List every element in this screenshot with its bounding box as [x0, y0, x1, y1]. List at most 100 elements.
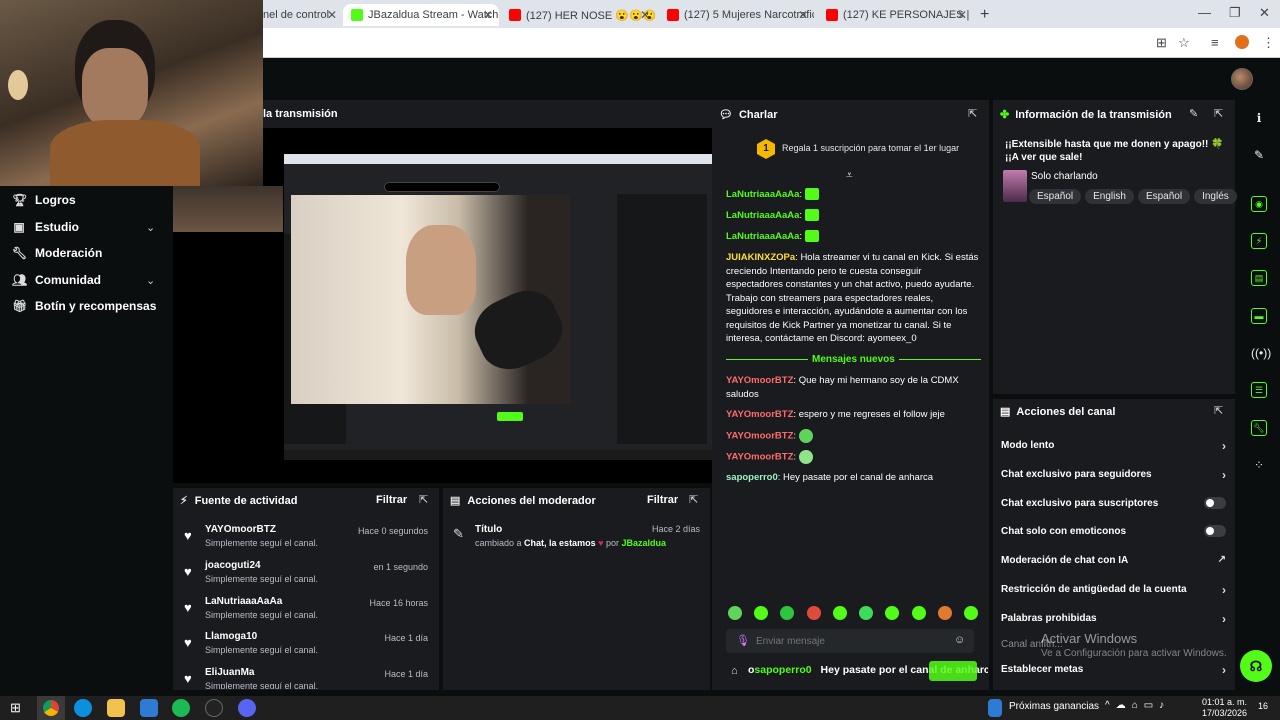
subscribers-only-toggle[interactable]	[1204, 497, 1226, 509]
chrome-icon	[43, 700, 59, 716]
action-subscribers-only[interactable]: Chat exclusivo para suscriptores	[1001, 497, 1226, 509]
kick-favicon-icon	[351, 9, 363, 21]
chat-send-button[interactable]	[929, 661, 977, 681]
close-tab-icon[interactable]: ✕	[483, 8, 493, 22]
grid-icon[interactable]: ⁘	[1251, 458, 1267, 474]
tag-pill[interactable]: Español	[1137, 189, 1191, 204]
mod-filter-button[interactable]: Filtrar	[647, 494, 678, 506]
store-icon[interactable]	[140, 699, 158, 717]
chrome-taskbar-button[interactable]	[37, 696, 65, 720]
widget-icon[interactable]	[988, 699, 1002, 717]
bookmark-star-icon[interactable]: ☆	[1178, 35, 1190, 51]
new-tab-button[interactable]: +	[980, 4, 998, 26]
tab-youtube-2[interactable]: (127) 5 Mujeres Narcotraficante ✕	[659, 4, 814, 26]
broadcast-icon[interactable]: ((•))	[1251, 346, 1271, 362]
chat-input[interactable]	[756, 633, 946, 649]
emote-icon[interactable]	[806, 606, 821, 620]
popout-icon[interactable]: ⇱	[968, 107, 977, 120]
sub-leaderboard-prompt[interactable]: Regala 1 suscripción para tomar el 1er l…	[782, 143, 959, 153]
menu-dots-icon[interactable]: ⋮	[1262, 35, 1275, 51]
activity-filter-button[interactable]: Filtrar	[376, 494, 407, 506]
emote-icon[interactable]	[911, 606, 926, 620]
sidebar-item-moderacion[interactable]: 🔧︎ Moderación	[12, 246, 102, 260]
chevron-right-icon: ›	[1222, 583, 1226, 597]
sidebar-item-logros[interactable]: 🏆︎ Logros	[12, 193, 76, 207]
media-icon[interactable]: ≡	[1211, 35, 1219, 50]
action-slow-mode[interactable]: Modo lento ›	[1001, 439, 1226, 453]
close-tab-icon[interactable]: ✕	[798, 8, 808, 22]
lightning-icon[interactable]: ⚡︎	[1251, 233, 1267, 249]
emote-icon[interactable]	[832, 606, 847, 620]
emote-icon[interactable]	[754, 606, 769, 620]
list-icon[interactable]: ▤	[1251, 270, 1267, 286]
action-banned-words[interactable]: Palabras prohibidas ›	[1001, 612, 1226, 626]
tab-jbazaldua-stream[interactable]: JBazaldua Stream - Watch Live ✕	[343, 4, 499, 26]
popout-icon[interactable]: ⇱	[689, 493, 698, 506]
tab-youtube-1[interactable]: (127) HER NOSE 😮😮😮 | Pus ✕	[501, 4, 656, 26]
clock-date[interactable]: 17/03/2026	[1202, 708, 1247, 718]
emote-icon[interactable]	[885, 606, 900, 620]
new-messages-label: Mensajes nuevos	[808, 354, 899, 365]
emote-icon[interactable]	[963, 606, 978, 620]
microphone-icon[interactable]: 🎙︎	[736, 634, 750, 647]
tag-pill[interactable]: English	[1085, 189, 1134, 204]
pencil-icon[interactable]: ✎	[1251, 148, 1267, 164]
emote-icon[interactable]	[780, 606, 795, 620]
chevron-right-icon: ›	[1222, 612, 1226, 626]
translate-icon[interactable]: ⊞	[1156, 35, 1167, 51]
chevron-down-icon[interactable]: ⌄	[146, 274, 155, 287]
minimize-icon[interactable]: —	[1198, 5, 1211, 20]
emote-icon	[804, 209, 819, 222]
info-icon[interactable]: ℹ	[1251, 111, 1267, 127]
pinned-toggle-icon[interactable]: ⩡	[846, 168, 853, 183]
close-window-icon[interactable]: ✕	[1259, 5, 1270, 21]
tab-youtube-3[interactable]: (127) KE PERSONAJES | RADAR ✕	[818, 4, 973, 26]
discord-icon[interactable]	[238, 699, 256, 717]
support-headset-icon[interactable]: ☊	[1240, 650, 1272, 682]
emote-icon[interactable]	[859, 606, 874, 620]
maximize-icon[interactable]: ❐	[1229, 5, 1241, 21]
emote-icon[interactable]	[728, 606, 742, 620]
webcam-person-hoodie	[50, 120, 200, 186]
sidebar-item-botin[interactable]: 🎁︎ Botín y recompensas	[12, 299, 156, 313]
tray-icons[interactable]: ^☁⌂▭♪	[1105, 700, 1170, 711]
heart-icon: ♥	[184, 600, 192, 615]
emoji-picker-icon[interactable]: ☺	[954, 634, 965, 646]
chevron-down-icon[interactable]: ⌄	[146, 221, 155, 234]
popout-icon[interactable]: ⇱	[1214, 107, 1223, 120]
folder-icon[interactable]	[107, 699, 125, 717]
sidebar-item-comunidad[interactable]: 👥︎ Comunidad	[12, 273, 101, 287]
clock-time[interactable]: 01:01 a. m.	[1202, 697, 1247, 707]
obs-icon[interactable]	[205, 699, 223, 717]
notification-count[interactable]: 16	[1258, 701, 1268, 711]
emotes-only-toggle[interactable]	[1204, 525, 1226, 537]
panels-icon[interactable]: ☰	[1251, 382, 1267, 398]
close-tab-icon[interactable]: ✕	[640, 8, 650, 22]
emote-icon[interactable]	[937, 606, 952, 620]
edge-icon[interactable]	[74, 699, 92, 717]
sidebar-item-estudio[interactable]: ▣ Estudio	[12, 220, 79, 234]
tab-control-panel[interactable]: nel de control ✕	[263, 4, 343, 26]
windows-start-icon[interactable]: ⊞	[10, 700, 21, 716]
action-ai-moderation[interactable]: Moderación de chat con IA ↗	[1001, 554, 1226, 566]
edit-icon[interactable]: ✎	[1189, 107, 1198, 120]
chat-input-box[interactable]: 🎙︎ ☺	[726, 629, 974, 653]
action-account-age[interactable]: Restricción de antigüedad de la cuenta ›	[1001, 583, 1226, 597]
tag-pill[interactable]: Inglés	[1194, 189, 1237, 204]
profile-icon[interactable]	[1235, 35, 1249, 49]
chat-icon[interactable]: ▬	[1251, 308, 1267, 324]
action-set-goals[interactable]: Establecer metas ›	[1001, 663, 1226, 677]
camera-icon[interactable]: ◉	[1251, 196, 1267, 212]
action-followers-only[interactable]: Chat exclusivo para seguidores ›	[1001, 468, 1226, 482]
close-tab-icon[interactable]: ✕	[327, 8, 337, 22]
action-emotes-only[interactable]: Chat solo con emoticonos	[1001, 525, 1226, 537]
avatar[interactable]	[1231, 68, 1253, 90]
category-name[interactable]: Solo charlando	[1031, 171, 1098, 182]
taskbar-news-text[interactable]: Próximas ganancias	[1009, 701, 1099, 712]
popout-icon[interactable]: ⇱	[1214, 404, 1223, 417]
close-tab-icon[interactable]: ✕	[957, 8, 967, 22]
wrench-icon[interactable]: 🔧︎	[1251, 420, 1267, 436]
tag-pill[interactable]: Español	[1029, 189, 1082, 204]
spotify-icon[interactable]	[172, 699, 190, 717]
popout-icon[interactable]: ⇱	[419, 493, 428, 506]
